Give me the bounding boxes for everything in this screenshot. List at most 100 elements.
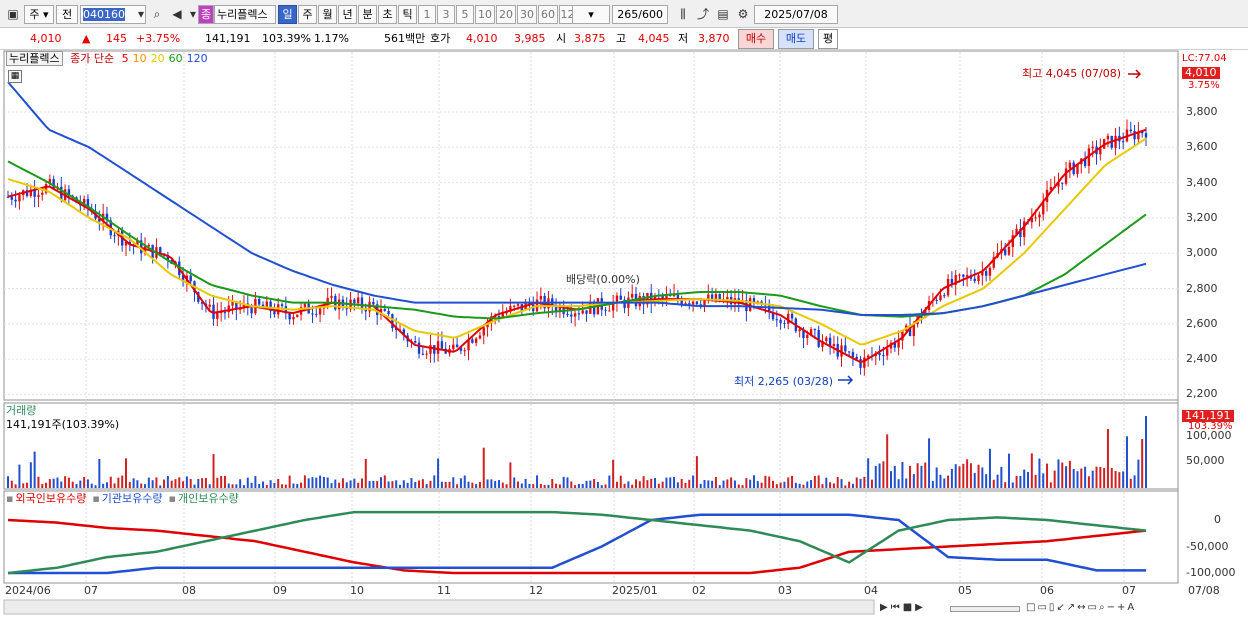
volume-bar: [981, 467, 984, 488]
ma-legend-item[interactable]: 10: [133, 52, 147, 65]
volume-bar: [954, 464, 957, 488]
ma-legend-item[interactable]: 120: [187, 52, 208, 65]
volume-bar: [326, 477, 329, 488]
volume-bar: [345, 482, 348, 488]
volume-bar: [924, 462, 927, 488]
gear-icon[interactable]: ⚙: [734, 5, 752, 24]
playback-controls[interactable]: ▶⏮■▶: [880, 602, 926, 613]
volume-bar: [836, 476, 839, 488]
volume-bar: [155, 477, 158, 488]
interval-tab[interactable]: 60: [538, 5, 558, 24]
volume-ratio: 103.39%: [262, 32, 311, 45]
period-tab[interactable]: 초: [378, 5, 397, 24]
volume-bar: [494, 480, 497, 488]
current-price: 4,010: [30, 32, 62, 45]
volume-bar: [604, 484, 607, 488]
volume-bar: [638, 481, 641, 488]
volume-bar: [250, 482, 253, 488]
price-panel-stock-label[interactable]: 누리플렉스: [6, 51, 63, 66]
candle-body: [311, 313, 314, 315]
date-input[interactable]: 2025/07/08: [754, 5, 838, 24]
volume-bar: [437, 458, 440, 488]
volume-bar: [581, 483, 584, 488]
candle-body: [1068, 162, 1072, 169]
holdings-legend-item[interactable]: 외국인보유수량: [15, 492, 86, 505]
period-tab[interactable]: 주: [298, 5, 317, 24]
candle-body: [570, 314, 573, 317]
volume-bar: [357, 482, 360, 488]
price-change: 145: [106, 32, 127, 45]
period-tab[interactable]: 틱: [398, 5, 417, 24]
turnover-rate: 1.17%: [314, 32, 349, 45]
candle-body: [958, 274, 961, 276]
volume-bar: [562, 476, 565, 488]
interval-tab[interactable]: 30: [517, 5, 537, 24]
candle-body: [303, 303, 307, 308]
volume-bar: [806, 481, 809, 488]
candle-body: [1099, 148, 1102, 155]
ma-legend-item[interactable]: 60: [169, 52, 183, 65]
buy-button[interactable]: 매수: [738, 29, 774, 49]
volume-bar: [60, 481, 63, 488]
volume-bar: [254, 476, 257, 488]
chart-tools-icon[interactable]: ⤴: [694, 5, 712, 24]
candle-body: [1114, 135, 1117, 148]
save-icon[interactable]: ▤: [714, 5, 732, 24]
volume-bar: [726, 479, 729, 488]
holdings-legend-item[interactable]: 개인보유수량: [178, 492, 239, 505]
price-tick-label: 2,200: [1186, 387, 1218, 401]
count-input[interactable]: 265/600: [612, 5, 668, 24]
volume-bar: [1145, 416, 1147, 488]
volume-bar: [1114, 471, 1117, 488]
volume-bar: [98, 458, 101, 488]
interval-tab[interactable]: 3: [437, 5, 455, 24]
ma-legend-item[interactable]: 5: [122, 52, 129, 65]
volume-bar: [395, 480, 398, 488]
candle-body: [455, 344, 459, 348]
ma-legend-item[interactable]: 20: [151, 52, 165, 65]
period-tab[interactable]: 월: [318, 5, 337, 24]
sell-button[interactable]: 매도: [778, 29, 814, 49]
volume-bar: [1091, 470, 1094, 488]
volume-bar: [794, 482, 797, 488]
chart-layout-icon[interactable]: ▣: [4, 5, 22, 24]
market2-select[interactable]: 전: [56, 5, 78, 24]
view-tools[interactable]: □▭▯↙↗↔▭⌕−+A: [1026, 602, 1136, 613]
candle-body: [421, 353, 425, 355]
interval-tab[interactable]: 10: [475, 5, 495, 24]
open-price: 3,875: [574, 32, 606, 45]
volume-bar: [650, 478, 653, 488]
table-icon[interactable]: ▦: [8, 70, 22, 83]
period-tab[interactable]: 일: [278, 5, 297, 24]
volume-bar: [189, 478, 192, 488]
volume-bar: [950, 468, 953, 488]
volume-bar: [703, 479, 706, 488]
interval-tab[interactable]: 20: [496, 5, 516, 24]
volume-bar: [1046, 463, 1049, 488]
search-icon[interactable]: ⌕: [148, 5, 166, 24]
candle-body: [984, 271, 988, 276]
ma-line-ma20: [7, 137, 1147, 346]
high-arrow-icon: [1128, 69, 1142, 79]
interval-tab[interactable]: 5: [456, 5, 474, 24]
zoom-slider[interactable]: [950, 606, 1020, 612]
count-dropdown[interactable]: ▾: [572, 5, 610, 24]
volume-bar: [440, 481, 443, 488]
period-tab[interactable]: 분: [358, 5, 377, 24]
holdings-legend-item[interactable]: 기관보유수량: [102, 492, 163, 505]
chart-area[interactable]: 누리플렉스 종가 단순 5 10 20 60 120 ▦ LC:77.04 4,010 …: [0, 50, 1248, 621]
legend-bullet-icon: ▪: [6, 492, 14, 505]
volume-bar: [547, 484, 550, 488]
candle-type-icon[interactable]: ⫼: [674, 5, 692, 24]
period-tab[interactable]: 년: [338, 5, 357, 24]
market-select[interactable]: 주 ▾: [24, 5, 54, 24]
volume-bar: [1125, 436, 1128, 488]
volume-bar: [551, 479, 554, 488]
volume-bar: [1019, 475, 1022, 488]
volume-bar: [482, 447, 485, 488]
volume-bar: [699, 483, 702, 488]
avg-button[interactable]: 평: [818, 29, 838, 49]
volume-bar: [402, 480, 405, 488]
interval-tab[interactable]: 1: [418, 5, 436, 24]
chart-canvas[interactable]: [0, 50, 1248, 621]
